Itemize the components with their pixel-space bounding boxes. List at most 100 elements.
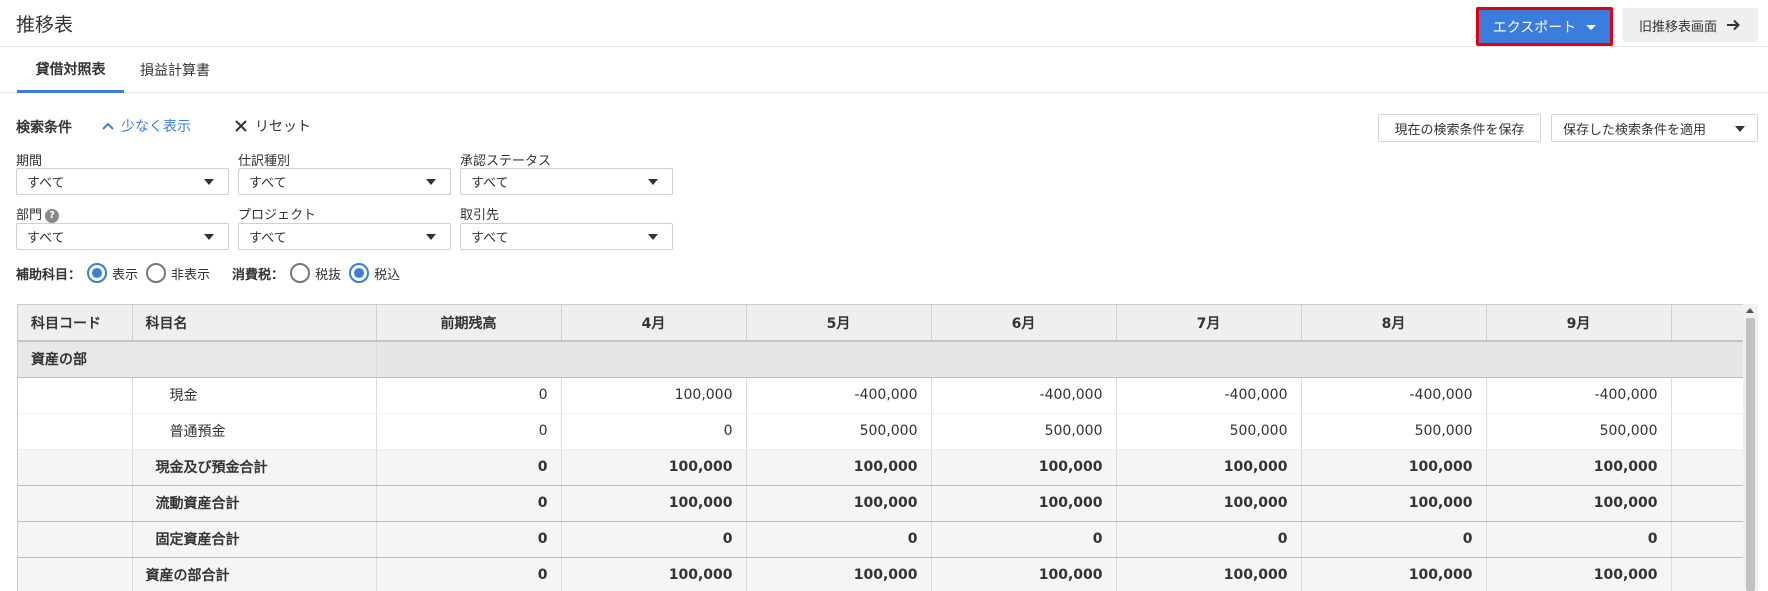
- account-name-cell[interactable]: 現金: [132, 377, 377, 414]
- period-label: 期間: [16, 154, 43, 169]
- column-header-name[interactable]: 科目名: [132, 305, 377, 342]
- journal-type-value: すべて: [249, 176, 287, 191]
- amount-cell[interactable]: 0: [376, 449, 562, 486]
- amount-cell[interactable]: 100,000: [561, 377, 747, 414]
- amount-cell[interactable]: 100,000: [746, 557, 932, 591]
- period-select[interactable]: すべて: [16, 168, 229, 195]
- amount-cell[interactable]: 0: [376, 413, 562, 450]
- column-header-jun[interactable]: 6月: [931, 305, 1117, 342]
- arrow-right-icon: [1727, 19, 1740, 31]
- amount-cell[interactable]: 0: [376, 377, 562, 414]
- save-conditions-button[interactable]: 現在の検索条件を保存: [1378, 114, 1541, 142]
- column-header-sep[interactable]: 9月: [1486, 305, 1672, 342]
- account-code-cell: [18, 449, 133, 486]
- column-header-may[interactable]: 5月: [746, 305, 932, 342]
- amount-cell[interactable]: 100,000: [561, 557, 747, 591]
- amount-cell[interactable]: 0: [561, 413, 747, 450]
- account-code-cell: [18, 557, 133, 591]
- report-tabs: 貸借対照表 損益計算書: [0, 47, 1768, 93]
- reset-button[interactable]: リセット: [235, 116, 311, 136]
- project-label: プロジェクト: [238, 208, 317, 223]
- amount-cell[interactable]: 500,000: [1486, 413, 1672, 450]
- sub-account-hide-radio[interactable]: [146, 263, 167, 283]
- amount-cell[interactable]: 100,000: [1116, 557, 1302, 591]
- amount-cell[interactable]: 0: [376, 485, 562, 522]
- export-button-label: エクスポート: [1492, 19, 1577, 36]
- amount-cell[interactable]: 500,000: [1301, 413, 1487, 450]
- account-name-cell[interactable]: 現金及び預金合計: [132, 449, 377, 486]
- export-button[interactable]: エクスポート: [1476, 7, 1613, 46]
- old-transition-screen-button[interactable]: 旧推移表画面: [1622, 8, 1758, 42]
- amount-cell[interactable]: 100,000: [1486, 557, 1672, 591]
- apply-saved-conditions-dropdown[interactable]: 保存した検索条件を適用: [1551, 114, 1758, 142]
- table-scrollbar[interactable]: [1743, 304, 1758, 591]
- amount-cell[interactable]: -400,000: [1301, 377, 1487, 414]
- amount-cell[interactable]: -400,000: [746, 377, 932, 414]
- old-transition-screen-label: 旧推移表画面: [1638, 19, 1717, 35]
- amount-cell[interactable]: -400,000: [1116, 377, 1302, 414]
- amount-cell[interactable]: 0: [931, 521, 1117, 558]
- amount-cell[interactable]: 100,000: [931, 557, 1117, 591]
- tab-profit-loss[interactable]: 損益計算書: [140, 47, 210, 93]
- tax-included-radio[interactable]: [349, 263, 370, 283]
- amount-cell[interactable]: 500,000: [746, 413, 932, 450]
- amount-cell[interactable]: -400,000: [931, 377, 1117, 414]
- amount-cell[interactable]: 100,000: [1486, 449, 1672, 486]
- scroll-up-icon[interactable]: [1746, 308, 1754, 313]
- show-less-button[interactable]: 少なく表示: [102, 116, 191, 136]
- amount-cell[interactable]: 100,000: [931, 485, 1117, 522]
- amount-cell[interactable]: 0: [1486, 521, 1672, 558]
- table-row: 固定資産合計 0 0 0 0 0 0 0: [18, 521, 1743, 558]
- amount-cell[interactable]: 100,000: [746, 485, 932, 522]
- journal-type-select[interactable]: すべて: [238, 168, 451, 195]
- account-name-cell[interactable]: 固定資産合計: [132, 521, 377, 558]
- amount-cell[interactable]: 500,000: [1116, 413, 1302, 450]
- table-row: 現金及び預金合計 0 100,000 100,000 100,000 100,000 100…: [18, 449, 1743, 486]
- amount-cell[interactable]: 100,000: [1301, 449, 1487, 486]
- amount-cell[interactable]: 100,000: [1301, 485, 1487, 522]
- account-code-cell: [18, 377, 133, 414]
- tax-excluded-radio[interactable]: [290, 263, 311, 283]
- help-icon[interactable]: ?: [45, 208, 60, 223]
- amount-cell[interactable]: 0: [1116, 521, 1302, 558]
- amount-cell[interactable]: 100,000: [1486, 485, 1672, 522]
- project-select[interactable]: すべて: [238, 223, 451, 250]
- table-row: 普通預金 0 0 500,000 500,000 500,000 500,000 500,00…: [18, 413, 1743, 450]
- caret-down-icon: [426, 179, 436, 185]
- amount-cell[interactable]: 100,000: [1301, 557, 1487, 591]
- department-select[interactable]: すべて: [16, 223, 229, 250]
- column-header-jul[interactable]: 7月: [1116, 305, 1302, 342]
- column-header-code[interactable]: 科目コード: [18, 305, 133, 342]
- column-header-aug[interactable]: 8月: [1301, 305, 1487, 342]
- sub-account-hide-label: 非表示: [171, 267, 211, 283]
- amount-cell[interactable]: 100,000: [1116, 449, 1302, 486]
- account-name-cell[interactable]: 流動資産合計: [132, 485, 377, 522]
- sub-account-show-radio[interactable]: [87, 263, 108, 283]
- amount-cell[interactable]: 100,000: [931, 449, 1117, 486]
- partner-select[interactable]: すべて: [460, 223, 673, 250]
- amount-cell[interactable]: 500,000: [931, 413, 1117, 450]
- department-label-text: 部門: [16, 208, 43, 223]
- amount-cell[interactable]: 0: [561, 521, 747, 558]
- scroll-thumb[interactable]: [1746, 318, 1755, 591]
- approval-status-select[interactable]: すべて: [460, 168, 673, 195]
- amount-cell[interactable]: 100,000: [746, 449, 932, 486]
- page-header: 推移表 エクスポート 旧推移表画面: [0, 0, 1768, 47]
- page-title: 推移表: [16, 14, 74, 36]
- amount-cell[interactable]: 0: [376, 557, 562, 591]
- column-header-apr[interactable]: 4月: [561, 305, 747, 342]
- account-name-cell[interactable]: 普通預金: [132, 413, 377, 450]
- account-name-cell[interactable]: 資産の部合計: [132, 557, 377, 591]
- column-header-opening[interactable]: 前期残高: [376, 305, 562, 342]
- amount-cell[interactable]: 100,000: [561, 485, 747, 522]
- amount-cell[interactable]: 100,000: [1116, 485, 1302, 522]
- amount-cell[interactable]: 0: [746, 521, 932, 558]
- amount-cell[interactable]: 0: [1301, 521, 1487, 558]
- extra-cell: [1671, 557, 1743, 591]
- approval-status-value: すべて: [471, 176, 509, 191]
- amount-cell[interactable]: 100,000: [561, 449, 747, 486]
- caret-down-icon: [1586, 25, 1597, 30]
- amount-cell[interactable]: -400,000: [1486, 377, 1672, 414]
- amount-cell[interactable]: 0: [376, 521, 562, 558]
- tab-balance-sheet[interactable]: 貸借対照表: [17, 47, 124, 93]
